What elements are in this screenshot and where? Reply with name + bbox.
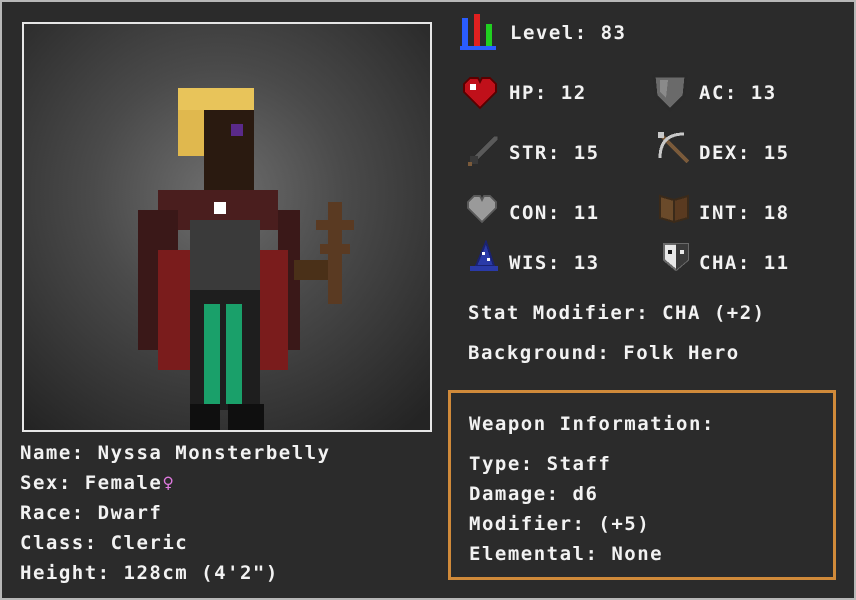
con-heart-icon — [467, 195, 497, 224]
background: Background: Folk Hero — [468, 342, 740, 364]
mask-icon — [663, 243, 689, 272]
weapon-damage: Damage: d6 — [469, 483, 599, 505]
int-value: INT: 18 — [699, 202, 790, 224]
level-value: Level: 83 — [510, 22, 627, 44]
con-value: CON: 11 — [509, 202, 600, 224]
wis-value: WIS: 13 — [509, 252, 600, 274]
character-height: Height: 128cm (4'2") — [20, 562, 279, 584]
weapon-type: Type: Staff — [469, 453, 612, 475]
sword-icon — [468, 135, 499, 166]
stat-modifier: Stat Modifier: CHA (+2) — [468, 302, 766, 324]
hp-value: HP: 12 — [509, 82, 587, 104]
female-icon: ♀ — [162, 472, 176, 494]
shield-icon — [652, 74, 688, 112]
book-icon — [659, 194, 689, 224]
sex-label: Sex: Female — [20, 472, 163, 494]
weapon-info-box: Weapon Information: Type: Staff Damage: … — [448, 390, 836, 580]
weapon-info-header: Weapon Information: — [469, 413, 715, 435]
character-class: Class: Cleric — [20, 532, 189, 554]
character-sex: Sex: Female♀ — [20, 472, 175, 494]
str-value: STR: 15 — [509, 142, 600, 164]
crossbow-icon — [658, 132, 690, 164]
character-name: Name: Nyssa Monsterbelly — [20, 442, 331, 464]
weapon-modifier: Modifier: (+5) — [469, 513, 651, 535]
cha-value: CHA: 11 — [699, 252, 790, 274]
dex-value: DEX: 15 — [699, 142, 790, 164]
level-bars-icon — [460, 14, 496, 50]
character-race: Race: Dwarf — [20, 502, 163, 524]
weapon-elemental: Elemental: None — [469, 543, 664, 565]
ac-value: AC: 13 — [699, 82, 777, 104]
wizard-hat-icon — [470, 240, 498, 271]
pixel-character-sprite — [138, 88, 354, 430]
character-portrait — [22, 22, 432, 432]
heart-icon — [463, 77, 497, 110]
character-card: Name: Nyssa Monsterbelly Sex: Female♀ Ra… — [0, 0, 856, 600]
